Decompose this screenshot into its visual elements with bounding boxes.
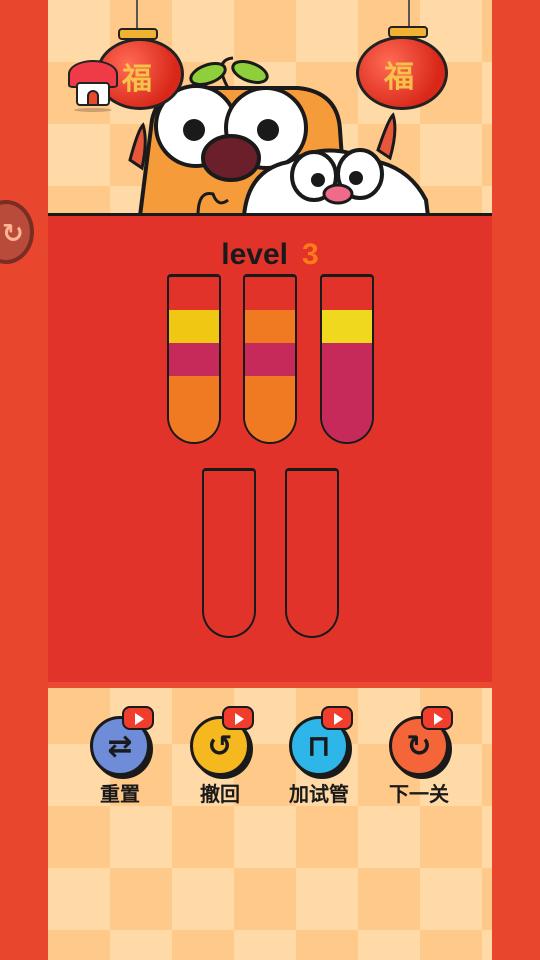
home-button[interactable] (68, 60, 118, 112)
tube-2[interactable] (243, 274, 297, 444)
next-level-button[interactable]: ↻ 下一关 (379, 706, 459, 806)
level-indicator: level 3 (48, 238, 492, 272)
liquid-layer (169, 343, 219, 376)
tube-4[interactable] (202, 468, 256, 638)
reset-label: 重置 (100, 784, 140, 806)
left-side-bar (0, 0, 48, 960)
video-ad-icon (122, 706, 154, 730)
liquid-layer (169, 310, 219, 343)
fu-character: 福 (384, 60, 414, 95)
liquid-layer (322, 343, 372, 442)
game-board: level 3 (48, 213, 492, 688)
add-tube-button[interactable]: ⊓ 加试管 (279, 706, 359, 806)
undo-button[interactable]: ↺ 撤回 (180, 706, 260, 806)
fu-character: 福 (122, 62, 152, 97)
tube-3[interactable] (320, 274, 374, 444)
liquid-layer (169, 376, 219, 442)
tube-1[interactable] (167, 274, 221, 444)
next-level-label: 下一关 (389, 784, 449, 806)
add-tube-label: 加试管 (289, 784, 349, 806)
reset-button[interactable]: ⇄ 重置 (80, 706, 160, 806)
level-number: 3 (302, 238, 319, 271)
video-ad-icon (421, 706, 453, 730)
liquid-layer (322, 310, 372, 343)
liquid-layer (245, 310, 295, 343)
tube-5[interactable] (285, 468, 339, 638)
liquid-layer (245, 376, 295, 442)
video-ad-icon (321, 706, 353, 730)
level-label: level (221, 238, 289, 271)
lantern-right: 福 (352, 0, 452, 140)
video-ad-icon (222, 706, 254, 730)
right-side-bar (492, 0, 540, 960)
undo-label: 撤回 (200, 784, 240, 806)
liquid-layer (245, 343, 295, 376)
refresh-arrow-icon: ↻ (2, 218, 24, 248)
